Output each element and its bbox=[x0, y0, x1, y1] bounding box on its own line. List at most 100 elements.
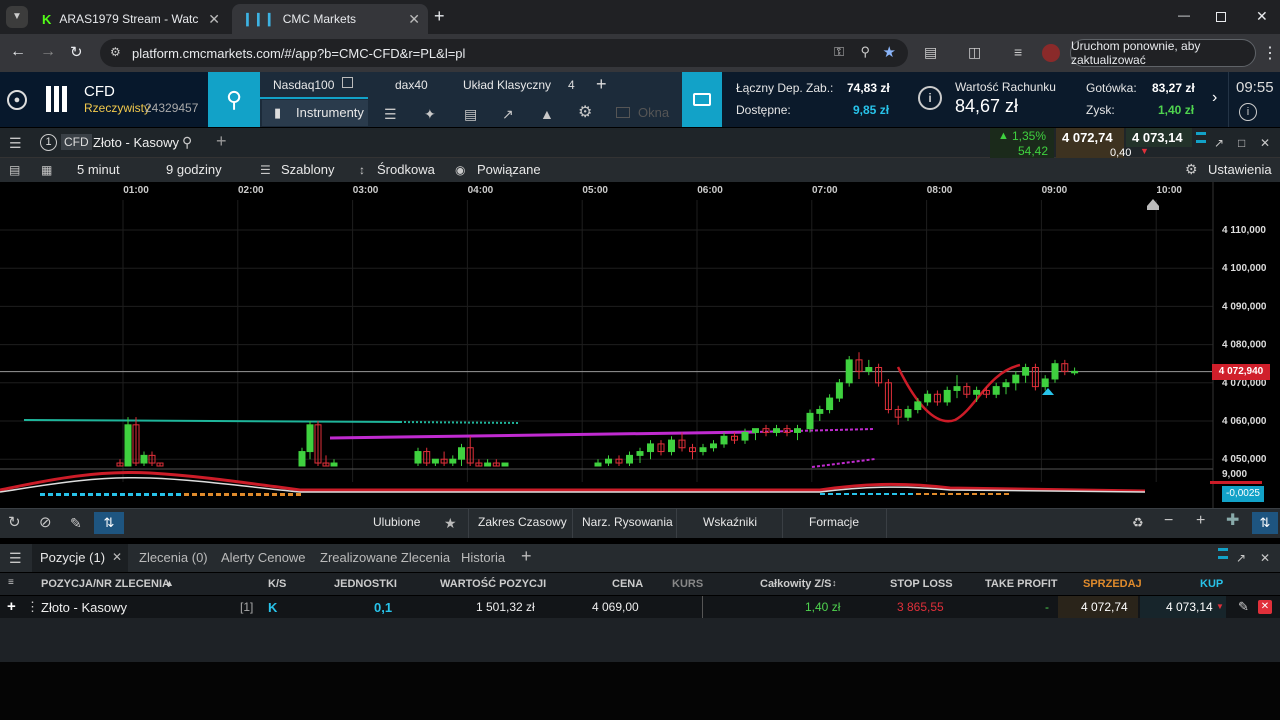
position-units[interactable]: 0,1 bbox=[374, 600, 392, 615]
buy-price-box[interactable]: 4 073,14 bbox=[1126, 128, 1192, 147]
help-info-icon[interactable]: i bbox=[1239, 103, 1257, 121]
crosshair-icon[interactable]: ✚ bbox=[1226, 513, 1239, 529]
instruments-button[interactable]: ▮ Instrumenty bbox=[262, 100, 368, 126]
close-tab-icon[interactable]: ✕ bbox=[408, 11, 420, 28]
list-icon[interactable]: ☰ bbox=[384, 107, 397, 121]
fit-icon[interactable]: ♻ bbox=[1132, 516, 1144, 530]
pencil-icon[interactable]: ✎ bbox=[70, 516, 82, 530]
price-type-select[interactable]: Środkowa bbox=[377, 162, 435, 177]
browser-tab-cmc[interactable]: ❙❙❙ CMC Markets ✕ bbox=[232, 4, 428, 34]
close-panel-icon[interactable]: ✕ bbox=[1260, 551, 1270, 565]
info-icon[interactable]: i bbox=[918, 86, 942, 110]
search-button[interactable]: ⚲ bbox=[208, 72, 260, 127]
clear-icon[interactable]: ⊘ bbox=[39, 515, 52, 530]
update-browser-button[interactable]: Uruchom ponownie, aby zaktualizować bbox=[1070, 39, 1256, 67]
workspace-tab-dax[interactable]: dax40 bbox=[368, 72, 452, 99]
col-stop-loss[interactable]: STOP LOSS bbox=[890, 578, 953, 590]
expand-row-icon[interactable]: + bbox=[7, 598, 16, 615]
col-units[interactable]: JEDNOSTKI bbox=[334, 578, 397, 590]
linked-button[interactable]: Powiązane bbox=[477, 162, 541, 177]
table-row[interactable]: + ⋮ Złoto - Kasowy [1] K 0,1 1 501,32 zł… bbox=[0, 596, 1280, 618]
close-tab-icon[interactable]: ✕ bbox=[208, 11, 220, 28]
chevron-right-icon[interactable]: › bbox=[1212, 89, 1217, 107]
document-icon[interactable]: ▤ bbox=[464, 107, 477, 121]
range-select[interactable]: 9 godziny bbox=[166, 162, 222, 177]
col-value[interactable]: WARTOŚĆ POZYCJI bbox=[440, 578, 546, 590]
add-tab-icon[interactable]: + bbox=[521, 546, 532, 567]
profile-avatar[interactable] bbox=[1042, 44, 1060, 62]
chart-svg[interactable]: 01:00 02:00 03:00 04:00 05:00 06:00 07:00 08:00… bbox=[0, 182, 1280, 508]
windows-button[interactable]: Okna bbox=[616, 105, 669, 120]
col-side[interactable]: K/S bbox=[268, 578, 286, 590]
wallet-button[interactable] bbox=[682, 72, 722, 127]
reload-icon[interactable]: ↻ bbox=[70, 43, 83, 61]
close-window-icon[interactable]: ✕ bbox=[1256, 8, 1268, 25]
workspace-tab-nasdaq[interactable]: Nasdaq100 bbox=[260, 72, 368, 99]
media-icon[interactable]: ≡ bbox=[1014, 44, 1022, 60]
col-price[interactable]: CENA bbox=[612, 578, 643, 590]
tab-list-button[interactable]: ▼ bbox=[6, 6, 28, 28]
tag-icon[interactable]: ✦ bbox=[424, 107, 436, 121]
close-panel-icon[interactable]: ✕ bbox=[1260, 136, 1270, 150]
new-tab-button[interactable]: + bbox=[434, 6, 445, 27]
star-icon[interactable]: ★ bbox=[444, 516, 457, 530]
browser-menu-icon[interactable]: ⋮ bbox=[1262, 43, 1278, 63]
reading-list-icon[interactable]: ◫ bbox=[968, 44, 981, 61]
chart-list-icon[interactable]: ▤ bbox=[9, 163, 20, 177]
instrument-name[interactable]: Złoto - Kasowy bbox=[93, 135, 179, 150]
chart-settings-button[interactable]: Ustawienia bbox=[1208, 162, 1272, 177]
tab-history[interactable]: Historia bbox=[461, 550, 505, 565]
menu-hamburger-icon[interactable]: ☰ bbox=[9, 551, 22, 565]
panel-minimize-icon[interactable] bbox=[1218, 556, 1228, 559]
instrument-search-icon[interactable]: ⚲ bbox=[182, 135, 192, 149]
minimize-panel-icon[interactable] bbox=[1196, 140, 1206, 143]
minimize-window-icon[interactable]: — bbox=[1178, 8, 1190, 22]
site-info-icon[interactable]: ⚙ bbox=[110, 45, 121, 59]
tab-orders[interactable]: Zlecenia (0) bbox=[139, 550, 208, 565]
crosshair-toggle-icon[interactable]: ⇅ bbox=[94, 512, 124, 534]
col-buy[interactable]: KUP bbox=[1200, 578, 1223, 590]
panel-color-icon[interactable] bbox=[1218, 548, 1228, 551]
position-buy-box[interactable]: 4 073,14 ▼ bbox=[1140, 596, 1226, 618]
drawing-tools-button[interactable]: Narz. Rysowania bbox=[582, 515, 673, 529]
zoom-in-icon[interactable]: + bbox=[1196, 513, 1205, 529]
favorites-button[interactable]: Ulubione bbox=[373, 515, 420, 529]
add-chart-icon[interactable]: + bbox=[216, 131, 227, 152]
menu-hamburger-icon[interactable]: ☰ bbox=[9, 136, 22, 150]
interval-select[interactable]: 5 minut bbox=[77, 162, 120, 177]
position-sell-box[interactable]: 4 072,74 bbox=[1058, 596, 1138, 618]
col-rate[interactable]: KURS bbox=[672, 578, 703, 590]
edit-pencil-icon[interactable]: ✎ bbox=[1238, 599, 1249, 615]
browser-tab-aras[interactable]: K ARAS1979 Stream - Watch Live ✕ bbox=[32, 4, 228, 34]
tab-executed-orders[interactable]: Zrealizowane Zlecenia bbox=[320, 550, 450, 565]
reset-zoom-icon[interactable]: ⇅ bbox=[1252, 512, 1278, 534]
zoom-icon[interactable]: ⚲ bbox=[860, 44, 870, 60]
extensions-icon[interactable]: ▤ bbox=[924, 44, 937, 61]
row-menu-icon[interactable]: ⋮ bbox=[26, 599, 39, 615]
close-tab-icon[interactable]: ✕ bbox=[112, 550, 122, 564]
add-workspace-icon[interactable]: + bbox=[596, 74, 607, 95]
settings-gear-icon[interactable]: ⚙ bbox=[578, 105, 592, 121]
bookmark-star-icon[interactable]: ★ bbox=[883, 43, 896, 61]
education-icon[interactable]: ▲ bbox=[540, 107, 554, 121]
restore-window-icon[interactable] bbox=[1216, 12, 1226, 22]
workspace-count[interactable]: 4 bbox=[568, 78, 575, 92]
url-field[interactable]: ⚙ platform.cmcmarkets.com/#/app?b=CMC-CF… bbox=[100, 39, 908, 67]
col-total-pnl[interactable]: Całkowity Z/S bbox=[760, 578, 832, 590]
forward-icon[interactable]: → bbox=[40, 43, 56, 61]
expand-icon[interactable]: ↗ bbox=[1214, 136, 1224, 150]
col-sell[interactable]: SPRZEDAJ bbox=[1083, 578, 1142, 590]
indicators-button[interactable]: Wskaźniki bbox=[703, 515, 757, 529]
tab-price-alerts[interactable]: Alerty Cenowe bbox=[221, 550, 306, 565]
tab-positions[interactable]: Pozycje (1) ✕ bbox=[32, 544, 128, 572]
password-key-icon[interactable]: ⚿ bbox=[834, 44, 844, 60]
templates-button[interactable]: Szablony bbox=[281, 162, 334, 177]
chart-tool-icon[interactable]: ↗ bbox=[502, 107, 514, 121]
col-take-profit[interactable]: TAKE PROFIT bbox=[985, 578, 1058, 590]
close-position-icon[interactable]: ✕ bbox=[1258, 600, 1272, 614]
grid-layout-icon[interactable]: ▦ bbox=[41, 163, 52, 177]
user-icon[interactable]: ● bbox=[7, 90, 27, 110]
zoom-out-icon[interactable]: − bbox=[1164, 513, 1173, 529]
workspace-tab-layout[interactable]: Układ Klasyczny bbox=[452, 72, 562, 99]
position-take-profit[interactable]: - bbox=[1045, 600, 1049, 614]
